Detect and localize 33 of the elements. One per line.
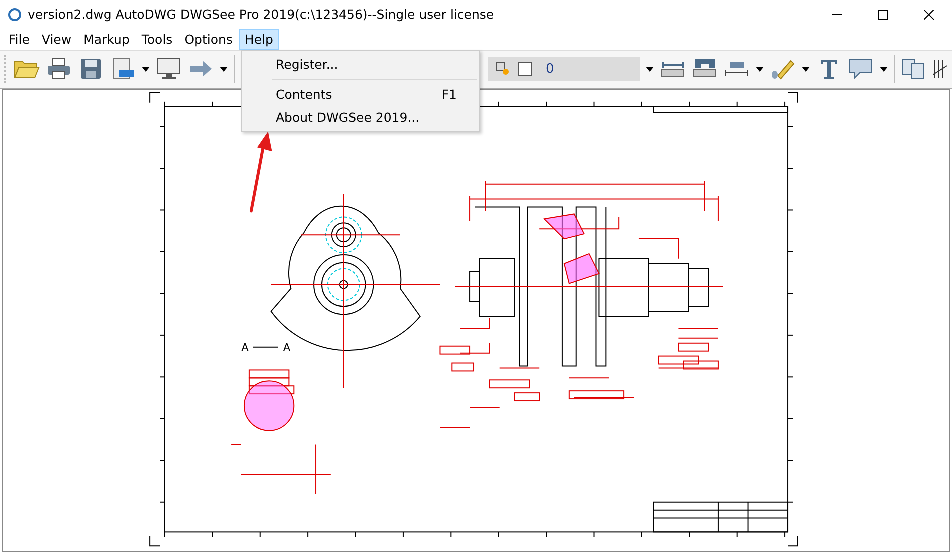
color-swatch <box>518 62 532 76</box>
section-label: A <box>241 341 249 354</box>
caret-icon[interactable] <box>880 66 888 72</box>
caret-icon[interactable] <box>646 66 654 72</box>
caret-icon[interactable] <box>802 66 810 72</box>
speech-bubble-icon[interactable] <box>848 58 874 80</box>
caret-icon[interactable] <box>220 66 228 72</box>
close-icon[interactable] <box>924 10 934 20</box>
menu-item[interactable]: View <box>36 29 78 50</box>
monitor-icon[interactable] <box>156 58 182 80</box>
menu-item[interactable]: Markup <box>78 29 136 50</box>
compare-icon[interactable] <box>901 58 927 80</box>
printer-icon[interactable] <box>46 58 72 80</box>
app-icon <box>8 8 22 22</box>
section-label: A <box>283 341 291 354</box>
menu-item[interactable]: File <box>3 29 36 50</box>
menu-option[interactable]: About DWGSee 2019... <box>242 106 479 129</box>
pencil-icon[interactable] <box>770 58 796 80</box>
caret-icon[interactable] <box>756 66 764 72</box>
window-title: version2.dwg AutoDWG DWGSee Pro 2019(c:\123456)--Single user license <box>28 7 494 22</box>
caret-icon[interactable] <box>142 66 150 72</box>
layer-icon <box>496 62 510 76</box>
shortcut-label: F1 <box>442 86 457 102</box>
menu-option[interactable]: Contents F1 <box>242 82 479 106</box>
layer-value: 0 <box>546 62 554 77</box>
menu-option[interactable]: Register... <box>242 52 479 76</box>
area-ruler-icon[interactable] <box>692 58 718 80</box>
menu-item[interactable]: Tools <box>136 29 179 50</box>
layer-dropdown[interactable]: 0 <box>488 57 640 82</box>
menu-item[interactable]: Options <box>178 29 239 50</box>
hatch-icon[interactable] <box>933 58 947 80</box>
maximize-icon[interactable] <box>878 10 888 20</box>
menu-item[interactable]: Help <box>238 29 280 50</box>
